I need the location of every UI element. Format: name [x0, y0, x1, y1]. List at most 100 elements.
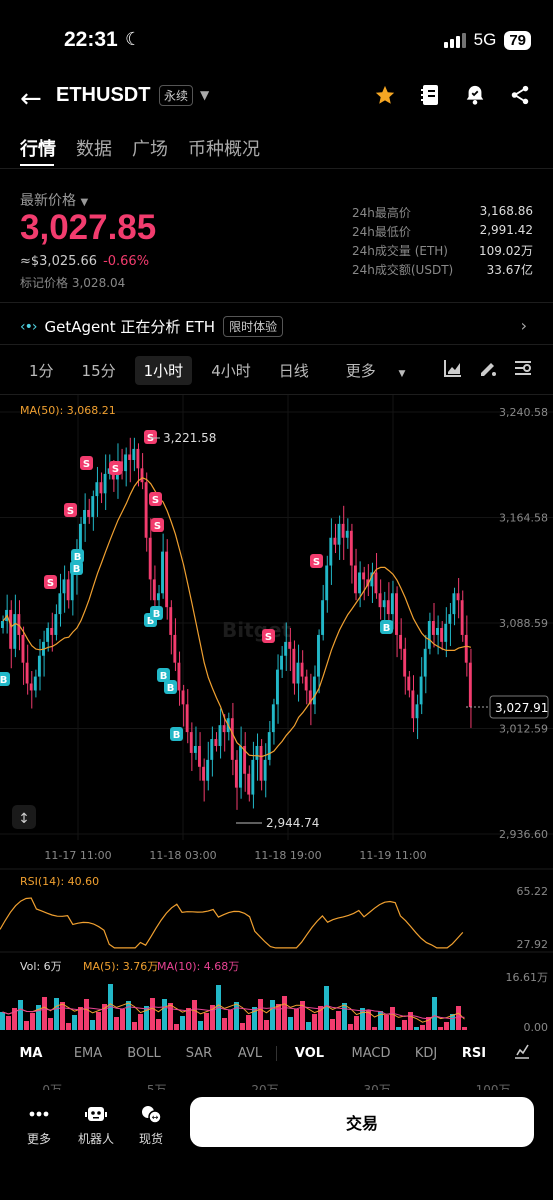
volume-bar [324, 986, 329, 1030]
volume-bar [84, 999, 89, 1030]
chart-type-icon[interactable] [443, 358, 465, 380]
chevron-right-icon[interactable]: › [521, 316, 527, 335]
marker-letter: S [152, 495, 159, 506]
volume-bar [120, 1009, 125, 1030]
candle-body [156, 593, 160, 601]
candle-body [206, 759, 210, 781]
chart-settings-icon[interactable] [513, 358, 535, 380]
candle-body [399, 634, 403, 649]
candle-body [358, 572, 361, 594]
marker-letter: B [167, 683, 175, 694]
candle-body [345, 530, 349, 538]
favorite-star-icon[interactable] [372, 82, 398, 108]
ind-vol[interactable]: VOL [276, 1045, 342, 1061]
interval-1m[interactable]: 1分 [20, 356, 63, 385]
latest-price-label[interactable]: 最新价格 ▼ [20, 190, 88, 210]
candle-body [255, 745, 259, 760]
volume-bar [456, 1006, 461, 1030]
tab-data[interactable]: 数据 [76, 135, 112, 161]
marker-letter: S [112, 464, 119, 475]
tab-market[interactable]: 行情 [20, 135, 56, 161]
current-price-label: 3,027.91 [495, 701, 548, 715]
interval-1d[interactable]: 日线 [270, 356, 318, 385]
volume-bar [354, 1016, 359, 1030]
candle-body [230, 718, 234, 760]
divider [0, 168, 553, 169]
ind-ema[interactable]: EMA [62, 1046, 114, 1061]
x-tick-label: 11-18 03:00 [149, 849, 216, 862]
contract-type-badge: 永续 [159, 85, 194, 106]
candle-body [378, 593, 382, 608]
mark-price: 标记价格 3,028.04 [20, 276, 126, 290]
candle-body [13, 614, 17, 649]
alert-bell-icon[interactable] [462, 82, 488, 108]
interval-1h[interactable]: 1小时 [134, 356, 193, 385]
candle-body [419, 676, 423, 705]
draw-tool-icon[interactable] [478, 358, 500, 380]
tab-underline [20, 164, 54, 166]
divider [0, 344, 553, 345]
ind-kdj[interactable]: KDJ [400, 1046, 452, 1061]
volume-bar [18, 1000, 23, 1030]
vertical-resize-icon: ↕ [18, 811, 30, 827]
volume-bar [282, 996, 287, 1030]
y-tick-label: 3,164.58 [499, 512, 548, 525]
back-arrow-icon[interactable]: ← [20, 84, 42, 114]
share-icon[interactable] [507, 82, 533, 108]
interval-more[interactable]: 更多 ▼ [328, 356, 424, 385]
candle-body [140, 468, 144, 483]
candle-body [148, 537, 152, 580]
volume-bar [126, 1001, 131, 1030]
indicator-settings-icon[interactable] [496, 1043, 548, 1063]
notebook-icon[interactable] [417, 82, 443, 108]
symbol-title[interactable]: ETHUSDT [56, 84, 150, 107]
interval-4h[interactable]: 4小时 [202, 356, 260, 385]
ind-ma[interactable]: MA [0, 1046, 62, 1061]
candle-body [325, 565, 329, 601]
candle-body [390, 593, 394, 615]
marker-letter: B [383, 623, 391, 634]
ind-rsi[interactable]: RSI [452, 1046, 496, 1061]
candle-body [78, 523, 82, 552]
moon-icon: ☾ [125, 29, 142, 50]
tab-coin-overview[interactable]: 币种概况 [188, 135, 260, 161]
candle-body [103, 473, 107, 494]
ind-sar[interactable]: SAR [174, 1046, 224, 1061]
more-button[interactable]: 更多 [27, 1104, 51, 1147]
getagent-banner[interactable]: ‹•› GetAgent 正在分析 ETH 限时体验 [20, 316, 284, 337]
candle-body [362, 572, 366, 580]
symbol-dropdown-icon[interactable]: ▼ [200, 88, 209, 102]
candle-body [37, 655, 41, 677]
volume-bar [132, 1022, 137, 1030]
tab-square[interactable]: 广场 [132, 135, 168, 161]
spot-button[interactable]: ↔ 现货 [139, 1104, 163, 1147]
volume-bar [336, 1011, 341, 1030]
bot-button[interactable]: 机器人 [78, 1104, 114, 1147]
candle-body [329, 537, 333, 566]
volume-bar [180, 1016, 185, 1030]
volume-bar [6, 1016, 11, 1030]
ind-boll[interactable]: BOLL [114, 1046, 174, 1061]
candle-body [214, 739, 218, 746]
high-label: 3,221.58 [163, 431, 216, 445]
last-price: 3,027.85 [20, 208, 157, 247]
volume-bar [174, 1024, 179, 1030]
interval-15m[interactable]: 15分 [73, 356, 125, 385]
candle-body [436, 627, 439, 635]
volume-bar [444, 1022, 449, 1030]
candle-body [198, 745, 201, 767]
ind-macd[interactable]: MACD [342, 1046, 400, 1061]
vol-ma5-line [2, 1002, 465, 1023]
volume-bar [408, 1012, 413, 1030]
status-indicators: 5G 79 [443, 30, 531, 50]
marker-letter: S [47, 578, 54, 589]
trade-button[interactable]: 交易 [190, 1097, 534, 1147]
vol-label: Vol: 6万 [20, 960, 62, 973]
volume-bar [312, 1014, 317, 1030]
ind-avl[interactable]: AVL [224, 1046, 276, 1061]
candle-body [374, 572, 378, 594]
volume-bar [264, 1020, 269, 1030]
candle-body [29, 683, 33, 691]
candle-body [54, 614, 58, 635]
kline-chart[interactable]: Bitget SSSSSSSSSBBBBBBBBB MA(50): 3,068.… [0, 395, 553, 1035]
